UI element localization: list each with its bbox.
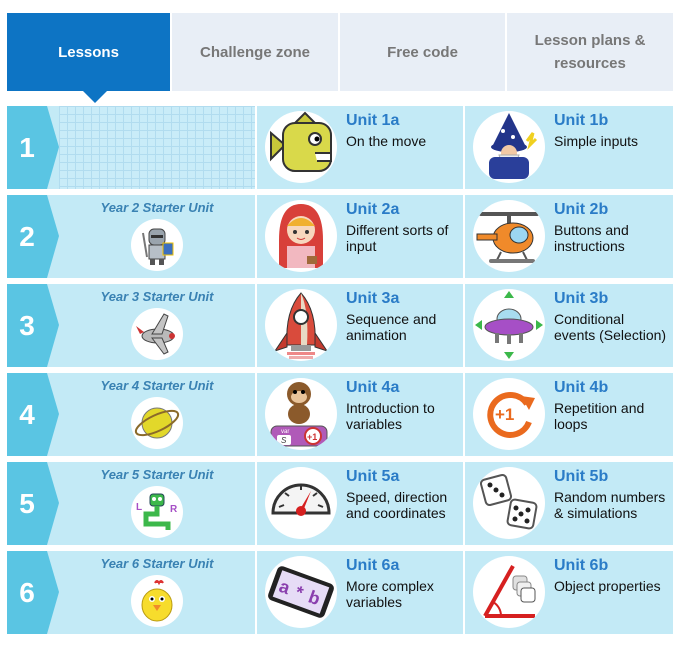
unit-6b-card[interactable]: Unit 6b Object properties	[465, 551, 672, 634]
letter-tile: L	[136, 502, 142, 513]
row-number: 3	[19, 310, 35, 341]
unit-title: Unit 5a	[346, 468, 400, 485]
loop-label: +1	[495, 405, 514, 424]
unit-description: Conditional events (Selection)	[554, 311, 667, 343]
unit-title: Unit 4a	[346, 379, 400, 396]
starter-title: Year 5 Starter Unit	[100, 467, 214, 482]
unit-6a-card[interactable]: a * b Unit 6a More complex variables	[257, 551, 464, 634]
row-number-badge: 5	[7, 462, 59, 545]
starter-title: Year 3 Starter Unit	[100, 289, 214, 304]
row-number-badge: 2	[7, 195, 59, 278]
unit-title: Unit 3b	[554, 290, 609, 307]
unit-description: More complex variables	[346, 578, 434, 610]
var-change: +1	[307, 432, 317, 442]
unit-description: Different sorts of input	[346, 222, 449, 254]
tab-challenge-zone[interactable]: Challenge zone	[172, 13, 340, 91]
unit-title: Unit 6b	[554, 557, 609, 574]
starter-unit-year-6[interactable]: Year 6 Starter Unit	[59, 551, 255, 634]
unit-2b-card[interactable]: Unit 2b Buttons and instructions	[465, 195, 672, 278]
helicopter-icon	[473, 200, 545, 272]
unit-title: Unit 1a	[346, 112, 400, 129]
lesson-row-6: 6 Year 6 Starter Unit a * b Unit 6a More…	[7, 551, 673, 634]
active-tab-pointer	[82, 90, 108, 103]
unit-description: On the move	[346, 133, 427, 149]
dice-icon	[473, 467, 545, 539]
var-name: S	[281, 436, 287, 445]
unit-title: Unit 6a	[346, 557, 400, 574]
starter-unit-year-3[interactable]: Year 3 Starter Unit	[59, 284, 255, 367]
starter-unit-year-2[interactable]: Year 2 Starter Unit	[59, 195, 255, 278]
lesson-row-4: 4 Year 4 Starter Unit var S +1 Unit 4a I…	[7, 373, 673, 456]
tab-lesson-plans[interactable]: Lesson plans & resources	[507, 13, 673, 91]
unit-2a-card[interactable]: Unit 2a Different sorts of input	[257, 195, 464, 278]
rocket-icon	[265, 289, 337, 361]
unit-description: Buttons and instructions	[554, 222, 629, 254]
unit-1a-card[interactable]: Unit 1a On the move	[257, 106, 464, 189]
row-number-badge: 3	[7, 284, 59, 367]
unit-title: Unit 3a	[346, 290, 400, 307]
starter-title: Year 4 Starter Unit	[100, 378, 214, 393]
unit-description: Repetition and loops	[554, 400, 645, 432]
row-number: 4	[19, 399, 35, 430]
starter-title: Year 2 Starter Unit	[100, 200, 214, 215]
wizard-icon	[473, 111, 545, 183]
knight-icon	[131, 219, 183, 271]
unit-title: Unit 2a	[346, 201, 400, 218]
loop-plus-one-icon: +1	[473, 378, 545, 450]
unit-description: Introduction to variables	[346, 400, 435, 432]
tablet-variables-icon: a * b	[265, 556, 337, 628]
starter-unit-year-4[interactable]: Year 4 Starter Unit	[59, 373, 255, 456]
tab-free-code[interactable]: Free code	[340, 13, 507, 91]
row-number: 1	[19, 132, 35, 163]
unit-title: Unit 2b	[554, 201, 609, 218]
unit-5b-card[interactable]: Unit 5b Random numbers & simulations	[465, 462, 672, 545]
unit-description: Simple inputs	[554, 133, 639, 149]
row-number-badge: 1	[7, 106, 59, 189]
row-number-badge: 4	[7, 373, 59, 456]
snake-letters-icon: L R	[131, 486, 183, 538]
chick-icon	[131, 575, 183, 627]
red-riding-hood-icon	[265, 200, 337, 272]
unit-title: Unit 1b	[554, 112, 609, 129]
row-number-badge: 6	[7, 551, 59, 634]
unit-5a-card[interactable]: Unit 5a Speed, direction and coordinates	[257, 462, 464, 545]
tab-label: Free code	[387, 43, 458, 61]
unit-title: Unit 5b	[554, 468, 609, 485]
unit-description: Object properties	[554, 578, 661, 594]
starter-title: Year 6 Starter Unit	[100, 556, 214, 571]
unit-3b-card[interactable]: Unit 3b Conditional events (Selection)	[465, 284, 672, 367]
tab-label: Lesson plans & resources	[534, 32, 646, 72]
unit-description: Random numbers & simulations	[554, 489, 666, 521]
letter-tile: R	[170, 504, 178, 515]
starter-unit-year-5[interactable]: Year 5 Starter Unit L R	[59, 462, 255, 545]
unit-description: Sequence and animation	[346, 311, 437, 343]
unit-3a-card[interactable]: Unit 3a Sequence and animation	[257, 284, 464, 367]
speedometer-icon	[265, 467, 337, 539]
unit-description: Speed, direction and coordinates	[346, 489, 448, 521]
unit-4b-card[interactable]: +1 Unit 4b Repetition and loops	[465, 373, 672, 456]
unit-4a-card[interactable]: var S +1 Unit 4a Introduction to variabl…	[257, 373, 464, 456]
row-number: 5	[19, 488, 35, 519]
unit-title: Unit 4b	[554, 379, 609, 396]
var-keyword: var	[281, 429, 289, 435]
monkey-variable-icon: var S +1	[265, 378, 337, 450]
lesson-row-2: 2 Year 2 Starter Unit Unit 2a Different …	[7, 195, 673, 278]
object-properties-icon	[473, 556, 545, 628]
fish-icon	[265, 111, 337, 183]
empty-grid-cell	[59, 106, 255, 189]
row-number: 6	[19, 577, 35, 608]
lesson-row-1: 1 Unit 1a On the move Unit 1b Simple inp…	[7, 106, 673, 189]
planet-icon	[131, 397, 183, 449]
tab-lessons[interactable]: Lessons	[7, 13, 172, 91]
lesson-tabs: Lessons Challenge zone Free code Lesson …	[7, 13, 673, 91]
plane-icon	[131, 308, 183, 360]
lesson-row-3: 3 Year 3 Starter Unit Unit 3a Sequence a…	[7, 284, 673, 367]
row-number: 2	[19, 221, 35, 252]
tab-label: Challenge zone	[199, 43, 311, 61]
tab-label: Lessons	[58, 43, 119, 61]
ufo-icon	[473, 289, 545, 361]
unit-1b-card[interactable]: Unit 1b Simple inputs	[465, 106, 672, 189]
lesson-row-5: 5 Year 5 Starter Unit L R Unit 5a Speed,…	[7, 462, 673, 545]
